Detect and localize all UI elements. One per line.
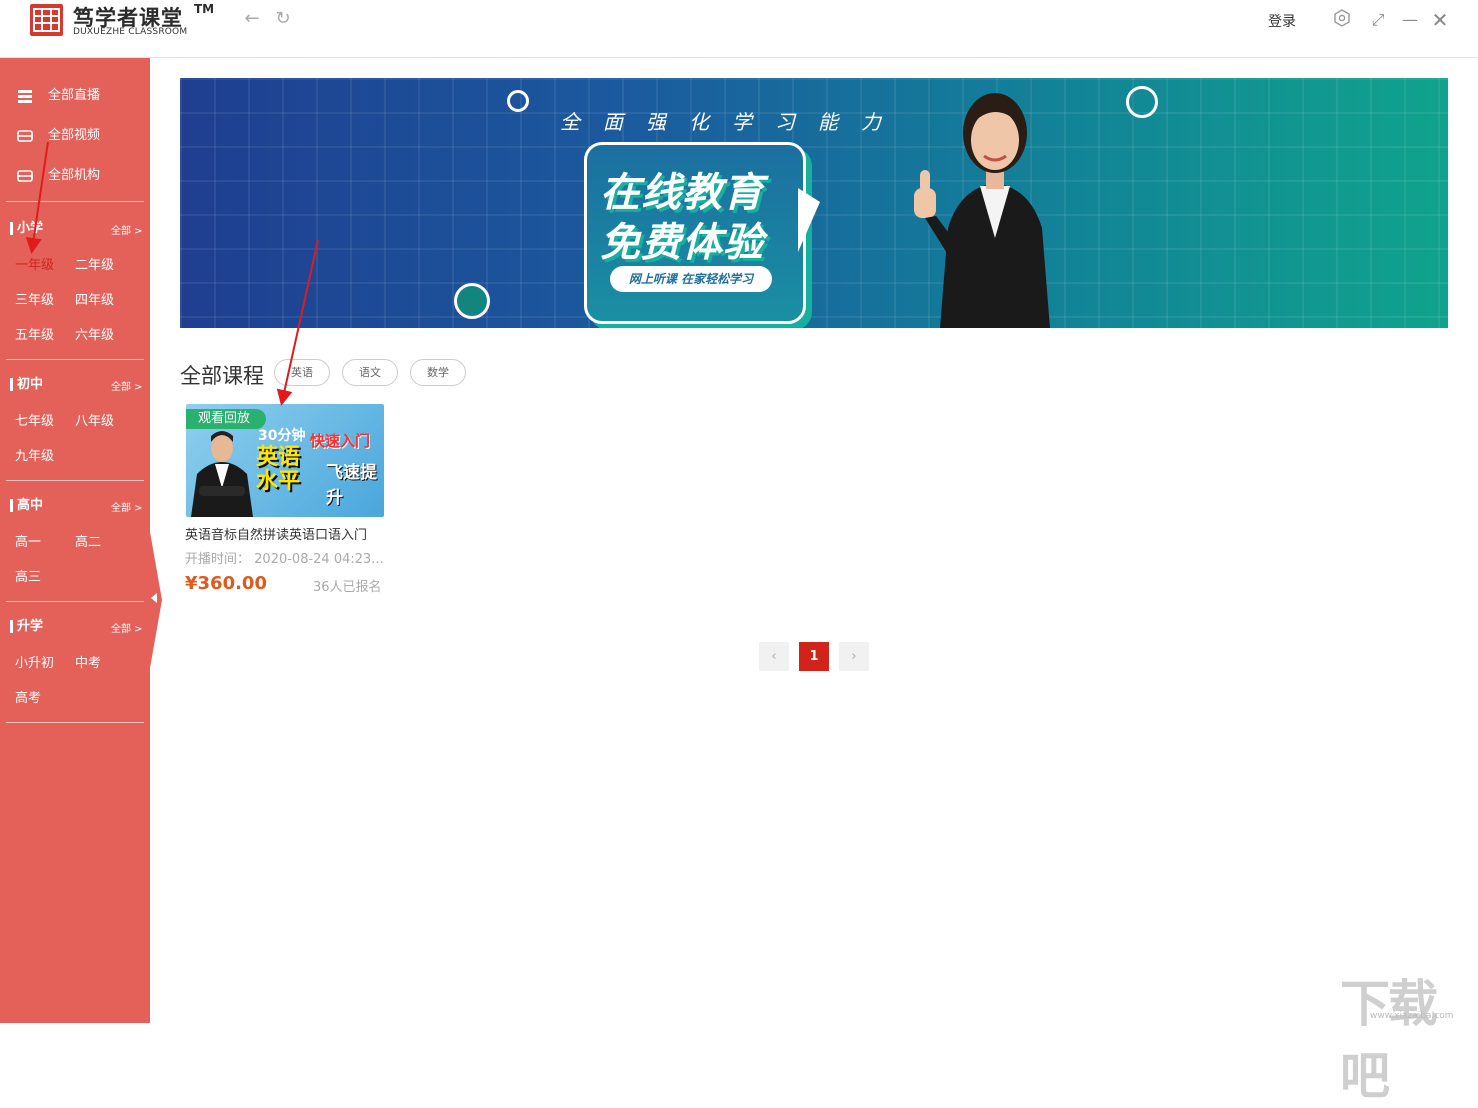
sidebar-item-video[interactable]: 全部视频	[16, 124, 100, 143]
divider	[6, 722, 144, 723]
grade-item-5[interactable]: 五年级	[15, 324, 54, 343]
grade-item-1[interactable]: 一年级	[15, 254, 54, 273]
section-all-senior[interactable]: 全部 >	[111, 499, 143, 514]
app-logo	[30, 4, 63, 36]
app-subtitle: DUXUEZHE CLASSROOM	[73, 27, 188, 37]
promo-banner[interactable]: 全面强化学习能力 在线教育 免费体验 网上听课 在家轻松学习	[180, 78, 1448, 328]
presenter-image	[914, 93, 1050, 328]
decor-ring	[507, 90, 529, 112]
sidebar-item-label: 全部机构	[48, 168, 101, 183]
tag-math[interactable]: 数学	[410, 359, 466, 386]
section-title-junior: 初中	[10, 378, 43, 391]
prev-page-button[interactable]: ‹	[759, 642, 789, 671]
minimize-icon[interactable]: —	[1399, 9, 1421, 31]
sidebar: 全部直播 全部视频 全部机构 小学 全部 > 一年级 二年级 三年级 四年级 五…	[0, 58, 162, 1023]
grade-item-4[interactable]: 四年级	[75, 289, 114, 308]
next-page-button[interactable]: ›	[839, 642, 869, 671]
section-heading: 全部课程	[180, 364, 264, 388]
banner-pill: 网上听课 在家轻松学习	[610, 266, 772, 292]
watermark: 下载吧	[1340, 975, 1438, 1105]
grade-item-zk[interactable]: 中考	[75, 652, 101, 671]
watermark-url: www.xiazaiba.com	[1370, 1011, 1454, 1021]
sidebar-item-institution[interactable]: 全部机构	[16, 164, 100, 183]
grade-item-8[interactable]: 八年级	[75, 410, 114, 429]
section-all-junior[interactable]: 全部 >	[111, 378, 143, 393]
refresh-icon[interactable]: ↻	[272, 8, 294, 30]
sidebar-item-label: 全部视频	[48, 128, 101, 143]
title-bar: 笃学者课堂 TM DUXUEZHE CLASSROOM ← ↻ 登录 ⤢ — ✕	[0, 0, 1478, 58]
settings-icon[interactable]	[1331, 9, 1353, 31]
divider	[6, 359, 144, 360]
grade-item-7[interactable]: 七年级	[15, 410, 54, 429]
grade-item-2[interactable]: 二年级	[75, 254, 114, 273]
divider	[6, 601, 144, 602]
teacher-image	[191, 431, 253, 517]
tag-english[interactable]: 英语	[274, 359, 330, 386]
section-title-exam: 升学	[10, 620, 43, 633]
login-button[interactable]: 登录	[1268, 11, 1296, 31]
thumb-text: 快速入门	[310, 432, 371, 450]
thumb-text: 英语 水平	[256, 445, 301, 494]
section-title-senior: 高中	[10, 499, 43, 512]
banner-headline-2: 免费体验	[600, 220, 764, 266]
section-title-primary: 小学	[10, 222, 43, 235]
banner-bubble-tail	[798, 188, 820, 252]
grade-item-xsc[interactable]: 小升初	[15, 652, 54, 671]
sidebar-item-live[interactable]: 全部直播	[16, 84, 100, 103]
course-enrolled: 36人已报名	[313, 580, 382, 595]
section-all-primary[interactable]: 全部 >	[111, 222, 143, 237]
grade-item-g3[interactable]: 高三	[15, 566, 41, 585]
institution-icon	[17, 169, 33, 182]
sidebar-item-label: 全部直播	[48, 88, 101, 103]
grade-item-3[interactable]: 三年级	[15, 289, 54, 308]
grade-item-6[interactable]: 六年级	[75, 324, 114, 343]
grade-item-gk[interactable]: 高考	[15, 687, 41, 706]
grade-item-9[interactable]: 九年级	[15, 445, 54, 464]
grade-item-g1[interactable]: 高一	[15, 531, 41, 550]
video-icon	[17, 129, 33, 142]
divider	[6, 201, 144, 202]
collapse-sidebar-icon[interactable]	[151, 593, 157, 603]
close-icon[interactable]: ✕	[1429, 9, 1451, 31]
section-all-exam[interactable]: 全部 >	[111, 620, 143, 635]
live-icon	[18, 89, 32, 103]
fullscreen-icon[interactable]: ⤢	[1367, 9, 1389, 31]
thumb-text: 30分钟	[258, 428, 306, 444]
decor-ring	[1126, 86, 1158, 118]
trademark: TM	[194, 2, 215, 16]
course-thumbnail[interactable]: 观看回放 30分钟 快速入门 英语 水平 飞速提升	[186, 404, 384, 517]
banner-slogan: 全面强化学习能力	[560, 110, 904, 134]
page-1-button[interactable]: 1	[799, 642, 829, 671]
thumb-text: 飞速提升	[326, 463, 377, 508]
decor-ring	[454, 283, 490, 319]
grade-item-g2[interactable]: 高二	[75, 531, 101, 550]
course-time: 开播时间： 2020-08-24 04:23...	[185, 552, 384, 567]
divider	[6, 480, 144, 481]
replay-badge: 观看回放	[186, 409, 266, 429]
course-title[interactable]: 英语音标自然拼读英语口语入门	[185, 524, 385, 543]
tag-chinese[interactable]: 语文	[342, 359, 398, 386]
course-price: ¥360.00	[185, 573, 267, 594]
back-icon[interactable]: ←	[241, 8, 263, 30]
